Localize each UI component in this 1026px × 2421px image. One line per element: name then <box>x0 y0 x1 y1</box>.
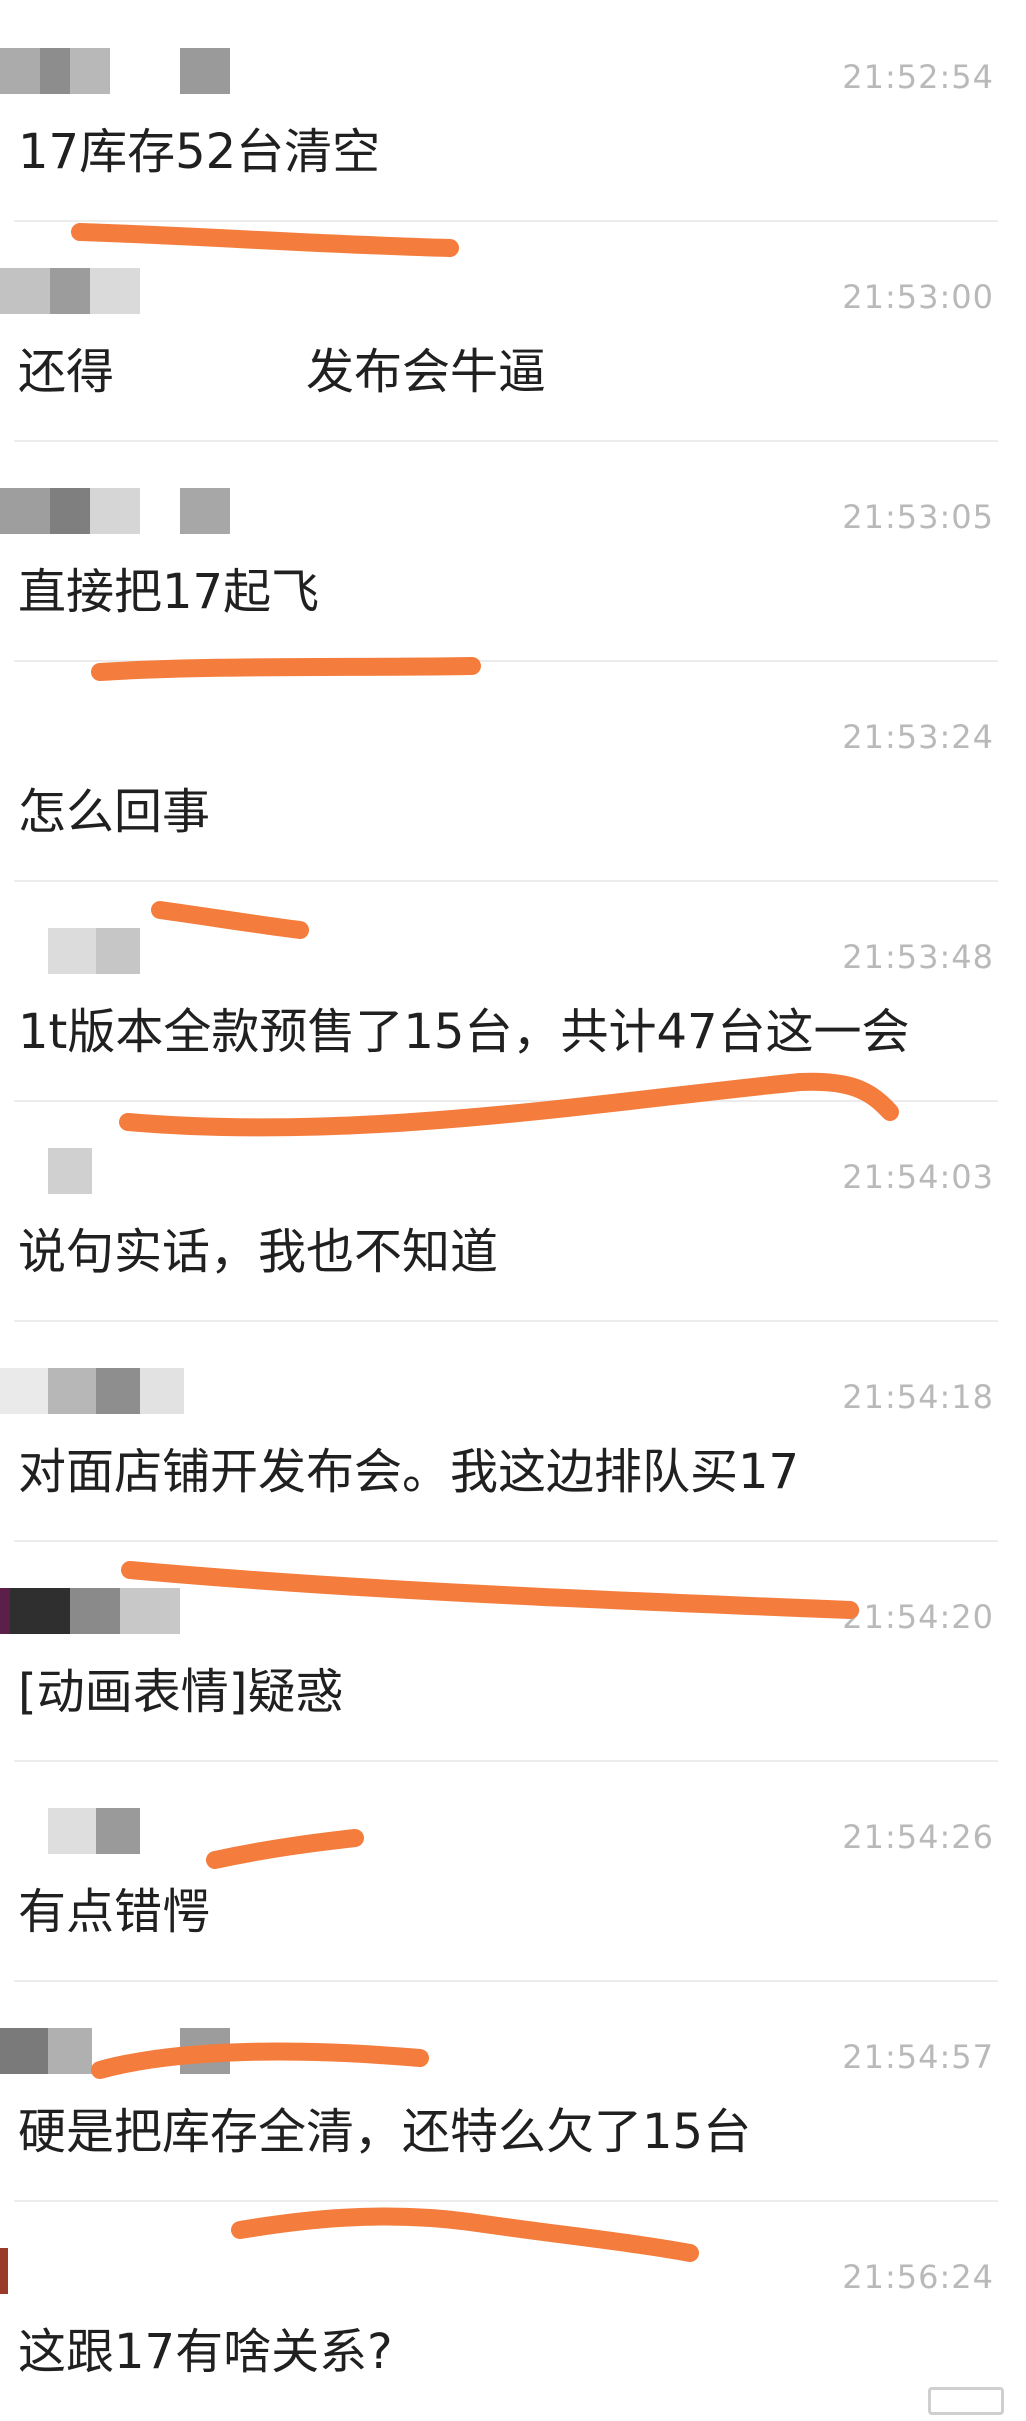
message-divider <box>14 1540 998 1542</box>
message-timestamp: 21:54:18 <box>842 1378 994 1416</box>
chat-message[interactable]: 21:53:00 还得 发布会牛逼 <box>0 220 1000 440</box>
message-timestamp: 21:54:26 <box>842 1818 994 1856</box>
message-text: 这跟17有啥关系? <box>18 2324 393 2380</box>
message-text: 17库存52台清空 <box>18 124 381 180</box>
message-timestamp: 21:54:20 <box>842 1598 994 1636</box>
redacted-username <box>0 1808 230 1854</box>
message-divider <box>14 440 998 442</box>
message-divider <box>14 1320 998 1322</box>
message-timestamp: 21:53:00 <box>842 278 994 316</box>
message-timestamp: 21:54:03 <box>842 1158 994 1196</box>
redacted-username <box>0 2028 230 2074</box>
redacted-username <box>0 48 230 94</box>
message-text: 怎么回事 <box>18 784 211 840</box>
redacted-username <box>0 2248 230 2294</box>
message-text: 还得 发布会牛逼 <box>18 344 547 400</box>
chat-message[interactable]: 21:52:54 17库存52台清空 <box>0 0 1000 220</box>
chat-message[interactable]: 21:54:18 对面店铺开发布会。我这边排队买17 <box>0 1320 1000 1540</box>
message-text: 直接把17起飞 <box>18 564 320 620</box>
message-divider <box>14 660 998 662</box>
message-timestamp: 21:53:24 <box>842 718 994 756</box>
message-timestamp: 21:52:54 <box>842 58 994 96</box>
chat-message[interactable]: 21:54:03 说句实话，我也不知道 <box>0 1100 1000 1320</box>
chat-message[interactable]: 21:54:26 有点错愕 <box>0 1760 1000 1980</box>
message-text: 1t版本全款预售了15台，共计47台这一会 <box>18 1004 910 1060</box>
message-divider <box>14 1760 998 1762</box>
message-timestamp: 21:53:48 <box>842 938 994 976</box>
chat-message[interactable]: 21:53:05 直接把17起飞 <box>0 440 1000 660</box>
redacted-username <box>0 488 230 534</box>
redacted-username <box>0 1588 230 1634</box>
chat-message[interactable]: 21:54:20 [动画表情]疑惑 <box>0 1540 1000 1760</box>
message-timestamp: 21:54:57 <box>842 2038 994 2076</box>
message-divider <box>14 1980 998 1982</box>
redacted-username <box>0 928 230 974</box>
chat-message[interactable]: 21:54:57 硬是把库存全清，还特么欠了15台 <box>0 1980 1000 2200</box>
message-timestamp: 21:56:24 <box>842 2258 994 2296</box>
message-text: 硬是把库存全清，还特么欠了15台 <box>18 2104 752 2160</box>
message-text: [动画表情]疑惑 <box>18 1664 344 1720</box>
message-timestamp: 21:53:05 <box>842 498 994 536</box>
message-divider <box>14 880 998 882</box>
redacted-username <box>0 268 230 314</box>
message-text: 有点错愕 <box>18 1884 211 1940</box>
bottom-bar <box>0 2385 1026 2421</box>
redacted-username <box>0 1148 230 1194</box>
chat-message[interactable]: 21:53:48 1t版本全款预售了15台，共计47台这一会 <box>0 880 1000 1100</box>
redacted-username <box>0 1368 230 1414</box>
chat-log: 21:52:54 17库存52台清空 21:53:00 还得 发布会牛逼 21:… <box>0 0 1026 2421</box>
message-divider <box>14 1100 998 1102</box>
chat-message[interactable]: 21:53:24 怎么回事 <box>0 660 1000 880</box>
message-text: 对面店铺开发布会。我这边排队买17 <box>18 1444 800 1500</box>
message-divider <box>14 2200 998 2202</box>
message-text: 说句实话，我也不知道 <box>18 1224 499 1280</box>
nav-pill-icon <box>928 2387 1004 2415</box>
message-divider <box>14 220 998 222</box>
